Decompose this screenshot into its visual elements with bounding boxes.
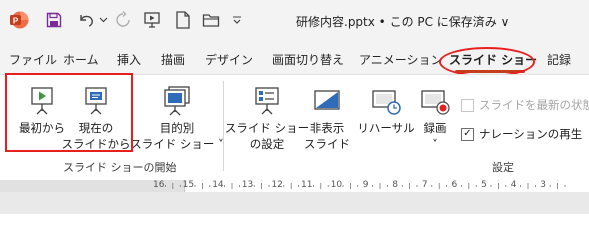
ruler-number: 9	[362, 180, 369, 190]
custom-show-label-2: スライド ショー ˅	[130, 137, 224, 151]
title-bar: P 研修内容.pptx • この PC に保存済み ∨	[0, 0, 589, 42]
folder-icon[interactable]	[200, 9, 222, 31]
tab-home[interactable]: ホーム	[63, 51, 99, 68]
custom-slide-show-button[interactable]: 目的別 スライド ショー ˅	[130, 83, 224, 152]
record-label: 録画	[423, 121, 447, 135]
record-icon	[419, 83, 451, 117]
keep-updated-checkbox	[461, 98, 474, 112]
tab-insert[interactable]: 挿入	[117, 51, 141, 68]
rehearse-label: リハーサル	[357, 121, 415, 135]
rehearse-timings-button[interactable]: リハーサル	[356, 83, 416, 136]
custom-show-icon	[162, 83, 192, 117]
ruler-number: 13	[241, 180, 254, 190]
setup-label-2: の設定	[249, 137, 285, 151]
group-divider	[223, 81, 224, 171]
tab-animations[interactable]: アニメーション	[359, 51, 443, 68]
ruler-number: 10	[330, 180, 343, 190]
custom-show-label-1: 目的別	[159, 121, 195, 135]
play-narration-label: ナレーションの再生	[479, 127, 583, 141]
highlight-ellipse	[439, 47, 535, 77]
ruler-number: 12	[271, 180, 283, 190]
rehearse-icon	[370, 83, 402, 117]
ruler-number: 14	[212, 180, 224, 190]
ruler-number: 16	[153, 180, 165, 190]
redo-icon[interactable]	[112, 9, 134, 31]
tab-record[interactable]: 記録	[547, 51, 571, 68]
play-narration-checkbox-row[interactable]: ✓ ナレーションの再生	[461, 126, 582, 142]
hide-label-1: 非表示	[309, 121, 345, 135]
ruler-number: 11	[301, 180, 313, 190]
tab-file[interactable]: ファイル	[9, 51, 57, 68]
start-group-label: スライド ショーの開始	[63, 161, 177, 174]
tab-draw[interactable]: 描画	[161, 51, 185, 68]
powerpoint-logo-icon: P	[8, 9, 30, 31]
document-title[interactable]: 研修内容.pptx • この PC に保存済み ∨	[296, 13, 509, 30]
ruler-number: 6	[451, 180, 458, 190]
ruler-number: 5	[481, 180, 487, 190]
ruler-number: 3	[540, 180, 547, 190]
setup-slide-show-button[interactable]: スライド ショー の設定	[225, 83, 309, 152]
ruler-area: 16 15 14 13 12 11 10 9 8 7 6 5 4 3	[0, 180, 589, 214]
ruler-number: 15	[182, 180, 195, 190]
more-icon[interactable]	[229, 9, 245, 31]
ruler-ticks	[164, 183, 566, 189]
hide-label-2: スライド	[304, 137, 350, 151]
setup-label-1: スライド ショー	[224, 121, 310, 135]
tab-design[interactable]: デザイン	[205, 51, 253, 68]
chevron-down-icon[interactable]	[97, 9, 109, 31]
ruler-number: 4	[510, 180, 517, 190]
tab-transitions[interactable]: 画面切り替え	[272, 51, 344, 68]
keep-updated-checkbox-row: スライドを最新の状態に	[461, 97, 589, 113]
present-icon[interactable]	[141, 9, 163, 31]
undo-icon[interactable]	[75, 9, 97, 31]
play-narration-checkbox[interactable]: ✓	[461, 127, 474, 141]
highlight-rectangle	[5, 73, 133, 152]
save-icon[interactable]	[43, 9, 65, 31]
hide-slide-icon	[312, 83, 342, 117]
ruler-number: 7	[421, 180, 428, 190]
svg-text:P: P	[13, 17, 19, 26]
setup-group-label: 設定	[492, 161, 514, 174]
keep-updated-label: スライドを最新の状態に	[479, 98, 589, 112]
setup-show-icon	[252, 83, 282, 117]
record-dropdown-chevron[interactable]: ˅	[432, 136, 438, 152]
ruler-number: 8	[392, 180, 399, 190]
horizontal-ruler: 16 15 14 13 12 11 10 9 8 7 6 5 4 3	[0, 180, 589, 192]
record-button[interactable]: 録画 ˅	[418, 83, 452, 152]
new-file-icon[interactable]	[172, 9, 194, 31]
hide-slide-button[interactable]: 非表示 スライド	[303, 83, 351, 152]
